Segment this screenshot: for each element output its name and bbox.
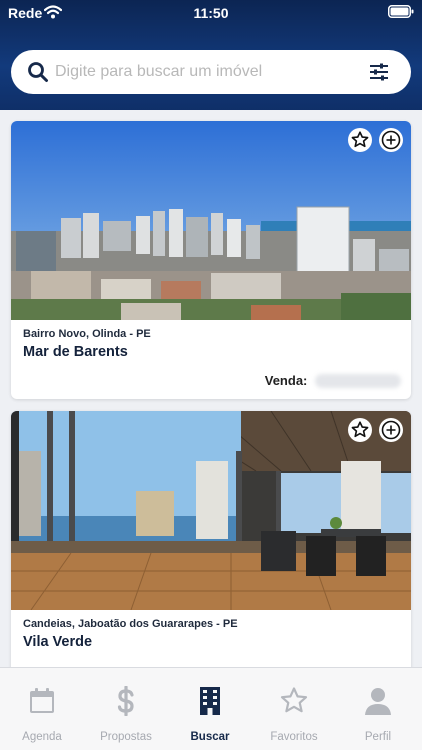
property-price: Venda:: [265, 372, 401, 388]
user-icon: [365, 688, 391, 715]
property-card[interactable]: Bairro Novo, Olinda - PE Mar de Barents …: [11, 121, 411, 399]
price-value-blurred: [315, 373, 401, 388]
card-actions: [345, 418, 403, 442]
add-button[interactable]: [379, 418, 403, 442]
tab-buscar[interactable]: Buscar: [168, 668, 252, 750]
calendar-icon: [30, 688, 54, 713]
tab-favoritos[interactable]: Favoritos: [252, 668, 336, 750]
add-button[interactable]: [379, 128, 403, 152]
plus-circle-icon: [381, 130, 401, 150]
listing-scroll[interactable]: Bairro Novo, Olinda - PE Mar de Barents …: [0, 110, 422, 667]
status-time: 11:50: [193, 5, 229, 21]
price-label: Venda:: [264, 373, 308, 389]
search-icon: [28, 62, 48, 82]
favorite-star-button[interactable]: [347, 418, 372, 442]
header: Rede 11:50: [0, 0, 422, 110]
property-title: Mar de Barents: [23, 344, 128, 360]
property-location: Bairro Novo, Olinda - PE: [23, 328, 151, 340]
property-location: Candeias, Jaboatão dos Guararapes - PE: [23, 618, 238, 630]
card-actions: [345, 128, 403, 152]
tab-label: Favoritos: [270, 731, 318, 743]
tab-label: Perfil: [364, 731, 392, 743]
tab-bar: Agenda Propostas Buscar Favoritos Perfil: [0, 667, 422, 750]
favorite-star-button[interactable]: [347, 128, 372, 152]
status-bar: Rede 11:50: [0, 0, 422, 26]
tab-agenda[interactable]: Agenda: [0, 668, 84, 750]
tab-propostas[interactable]: Propostas: [84, 668, 168, 750]
search-input[interactable]: [55, 50, 355, 94]
filter-sliders-icon[interactable]: [369, 62, 389, 82]
battery-icon: [388, 5, 414, 18]
property-card[interactable]: Candeias, Jaboatão dos Guararapes - PE V…: [11, 411, 411, 667]
property-title: Vila Verde: [23, 634, 93, 650]
star-outline-icon: [351, 131, 368, 148]
tab-perfil[interactable]: Perfil: [336, 668, 420, 750]
dollar-icon: [117, 686, 134, 716]
building-icon: [200, 687, 220, 715]
star-outline-icon: [351, 421, 368, 438]
star-icon: [280, 687, 308, 713]
tab-label: Agenda: [22, 731, 62, 743]
tab-label: Buscar: [190, 731, 230, 743]
search-bar[interactable]: [11, 50, 411, 94]
tab-label: Propostas: [100, 731, 152, 743]
plus-circle-icon: [381, 420, 401, 440]
